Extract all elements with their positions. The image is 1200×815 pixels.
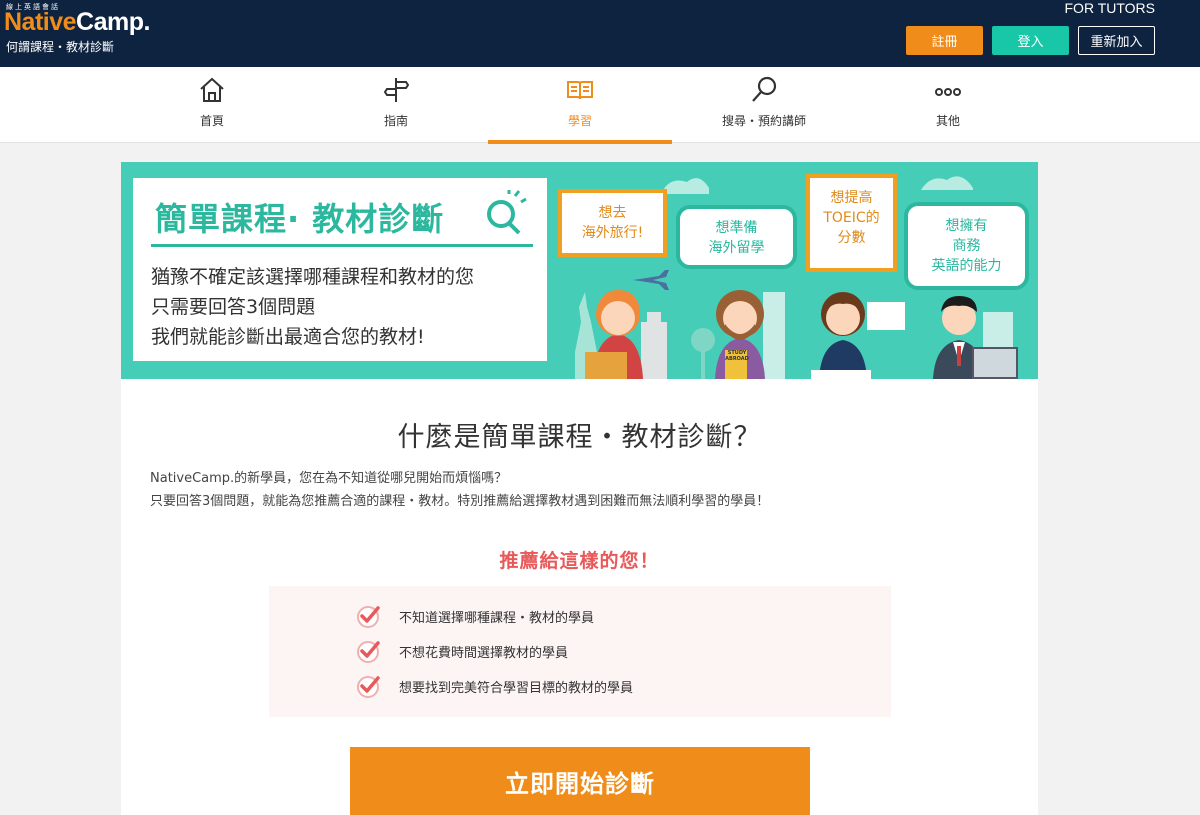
bubble-line: 想擁有 (945, 218, 988, 234)
bubble-line: 想準備 (715, 220, 758, 236)
intro-line: 只要回答3個問題，就能為您推薦合適的課程・教材。特別推薦給選擇教材遇到困難而無法… (150, 494, 770, 509)
logo-camp-text: Camp. (76, 8, 150, 36)
intro-text: NativeCamp.的新學員，您在為不知道從哪兒開始而煩惱嗎？ 只要回答3個問… (150, 467, 769, 513)
for-tutors-link[interactable]: FOR TUTORS (1065, 0, 1156, 16)
bubble-line: 海外旅行! (581, 225, 644, 241)
speech-bubble-toeic: 想提高 TOEIC的 分數 (806, 174, 897, 272)
rejoin-button[interactable]: 重新加入 (1078, 26, 1155, 55)
search-icon (752, 76, 777, 102)
main-nav: 首頁 指南 學習 搜尋・預約講師 其他 (0, 67, 1200, 144)
speech-bubble-business: 想擁有 商務 英語的能力 (904, 202, 1029, 290)
signpost-icon (383, 78, 410, 102)
bubble-line: TOEIC的 (823, 210, 880, 226)
banner-text-box: 簡單課程· 教材診斷 猶豫不確定該選擇哪種課程和教材的您 只需要回答3個問題 我… (133, 178, 547, 361)
recommend-item-text: 想要找到完美符合學習目標的教材的學員 (399, 680, 634, 696)
start-diagnosis-button[interactable]: 立即開始診斷 (350, 747, 810, 815)
banner-line: 我們就能診斷出最適合您的教材! (151, 326, 425, 348)
list-item: 不知道選擇哪種課程・教材的學員 (355, 603, 594, 629)
magnifier-icon (487, 190, 527, 235)
nav-item-home[interactable]: 首頁 (120, 67, 304, 143)
bubble-line: 英語的能力 (931, 258, 1002, 274)
banner-divider (151, 244, 533, 247)
banner-line: 猶豫不確定該選擇哪種課程和教材的您 (151, 266, 475, 288)
recommend-title: 推薦給這樣的您！ (499, 550, 660, 572)
diagnosis-banner: 簡單課程· 教材診斷 猶豫不確定該選擇哪種課程和教材的您 只需要回答3個問題 我… (121, 162, 1038, 379)
nav-item-other[interactable]: 其他 (856, 67, 1040, 143)
bubble-line: 海外留學 (708, 240, 765, 256)
nativecamp-logo[interactable]: NativeCamp. (4, 8, 150, 37)
home-icon (200, 77, 224, 102)
nav-item-guide[interactable]: 指南 (304, 67, 488, 143)
more-icon (935, 88, 961, 96)
page-subtitle: 何謂課程・教材診斷 (6, 40, 115, 54)
bubble-line: 商務 (952, 238, 981, 254)
login-button[interactable]: 登入 (992, 26, 1069, 55)
list-item: 想要找到完美符合學習目標的教材的學員 (355, 673, 633, 699)
bubble-line: 想提高 (830, 190, 873, 206)
nav-item-search[interactable]: 搜尋・預約講師 (672, 67, 856, 143)
content-card: 簡單課程· 教材診斷 猶豫不確定該選擇哪種課程和教材的您 只需要回答3個問題 我… (121, 162, 1038, 815)
section-heading: 什麼是簡單課程・教材診斷？ (397, 422, 762, 453)
recommend-item-text: 不知道選擇哪種課程・教材的學員 (399, 610, 595, 626)
banner-title: 簡單課程· 教材診斷 (155, 200, 445, 238)
nav-label-other: 其他 (935, 114, 960, 128)
register-button[interactable]: 註冊 (906, 26, 983, 55)
intro-line: NativeCamp.的新學員，您在為不知道從哪兒開始而煩惱嗎？ (150, 471, 508, 486)
recommend-item-text: 不想花費時間選擇教材的學員 (399, 645, 569, 661)
speech-bubble-study-abroad: 想準備 海外留學 (676, 205, 797, 269)
top-header: 線上英語會話 NativeCamp. 何謂課程・教材診斷 FOR TUTORS … (0, 0, 1200, 67)
speech-bubble-travel: 想去 海外旅行! (558, 189, 667, 257)
banner-description: 猶豫不確定該選擇哪種課程和教材的您 只需要回答3個問題 我們就能診斷出最適合您的… (151, 262, 474, 352)
banner-line: 只需要回答3個問題 (151, 296, 316, 318)
nav-label-guide: 指南 (383, 114, 408, 128)
recommend-list: 不知道選擇哪種課程・教材的學員 不想花費時間選擇教材的學員 想要找到完美符合學習… (269, 586, 891, 717)
nav-item-study[interactable]: 學習 (488, 67, 672, 144)
list-item: 不想花費時間選擇教材的學員 (355, 638, 568, 664)
nav-label-search: 搜尋・預約講師 (721, 114, 806, 128)
check-icon (357, 641, 380, 663)
bubble-line: 想去 (598, 205, 627, 221)
check-icon (357, 606, 380, 628)
check-icon (357, 676, 380, 698)
nav-label-home: 首頁 (199, 114, 224, 128)
bubble-line: 分數 (837, 230, 866, 246)
logo-native-text: Native (4, 8, 77, 36)
book-icon (567, 81, 593, 100)
study-abroad-book-label: STUDY ABROAD (725, 350, 749, 362)
nav-label-study: 學習 (567, 114, 592, 128)
